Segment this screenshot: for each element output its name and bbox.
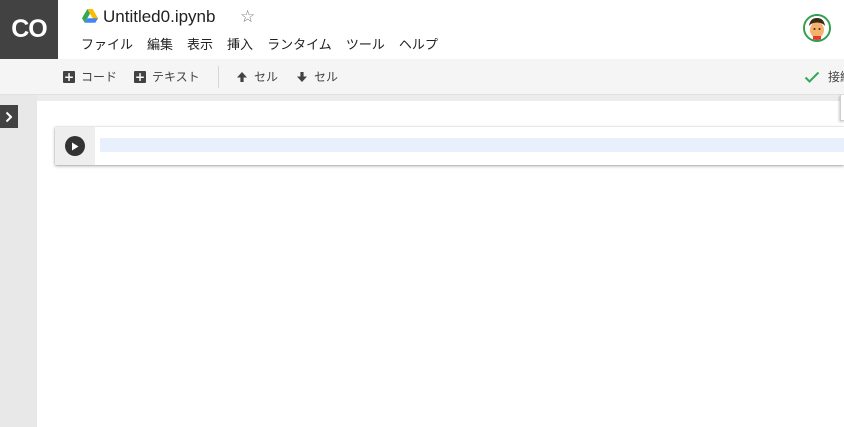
move-cell-up-label: セル <box>254 70 279 84</box>
menu-help[interactable]: ヘルプ <box>399 37 438 55</box>
sidebar-toggle-button[interactable] <box>0 105 18 128</box>
add-text-button[interactable]: + テキスト <box>134 59 200 94</box>
connection-tooltip-edge <box>840 95 844 121</box>
menu-tools[interactable]: ツール <box>346 37 385 55</box>
menu-bar: ファイル 編集 表示 挿入 ランタイム ツール ヘルプ <box>81 37 438 55</box>
avatar-face-icon <box>805 16 829 40</box>
plus-box-icon: + <box>63 69 75 84</box>
move-cell-down-button[interactable]: セル <box>296 59 338 94</box>
add-code-button[interactable]: + コード <box>63 59 117 94</box>
connect-button[interactable]: 接続 <box>804 59 844 94</box>
check-icon <box>804 71 820 83</box>
add-text-label: テキスト <box>152 70 200 84</box>
menu-view[interactable]: 表示 <box>187 37 213 55</box>
run-cell-button[interactable] <box>65 136 85 156</box>
play-icon <box>72 142 79 150</box>
menu-edit[interactable]: 編集 <box>147 37 173 55</box>
star-icon[interactable]: ☆ <box>240 6 255 28</box>
google-drive-icon <box>82 9 98 23</box>
connect-label: 接続 <box>828 70 844 84</box>
code-editor-input[interactable] <box>100 138 844 152</box>
arrow-up-icon <box>237 71 247 82</box>
add-code-label: コード <box>81 70 118 84</box>
user-avatar[interactable] <box>803 14 831 42</box>
notebook-toolbar: + コード + テキスト セル セル 接続 <box>0 59 844 95</box>
colab-logo[interactable]: CO <box>0 0 58 59</box>
arrow-down-icon <box>297 71 307 82</box>
plus-box-icon: + <box>134 69 146 84</box>
chevron-right-icon <box>5 111 13 122</box>
menu-file[interactable]: ファイル <box>81 37 133 55</box>
move-cell-up-button[interactable]: セル <box>236 59 278 94</box>
menu-runtime[interactable]: ランタイム <box>267 37 332 55</box>
menu-insert[interactable]: 挿入 <box>227 37 253 55</box>
move-cell-down-label: セル <box>314 70 339 84</box>
toolbar-divider <box>218 66 219 88</box>
code-cell[interactable] <box>55 127 844 165</box>
notebook-title[interactable]: Untitled0.ipynb <box>103 6 215 28</box>
app-header: CO Untitled0.ipynb ☆ ファイル 編集 表示 挿入 ランタイム… <box>0 0 844 59</box>
left-sidebar-strip <box>0 95 37 427</box>
